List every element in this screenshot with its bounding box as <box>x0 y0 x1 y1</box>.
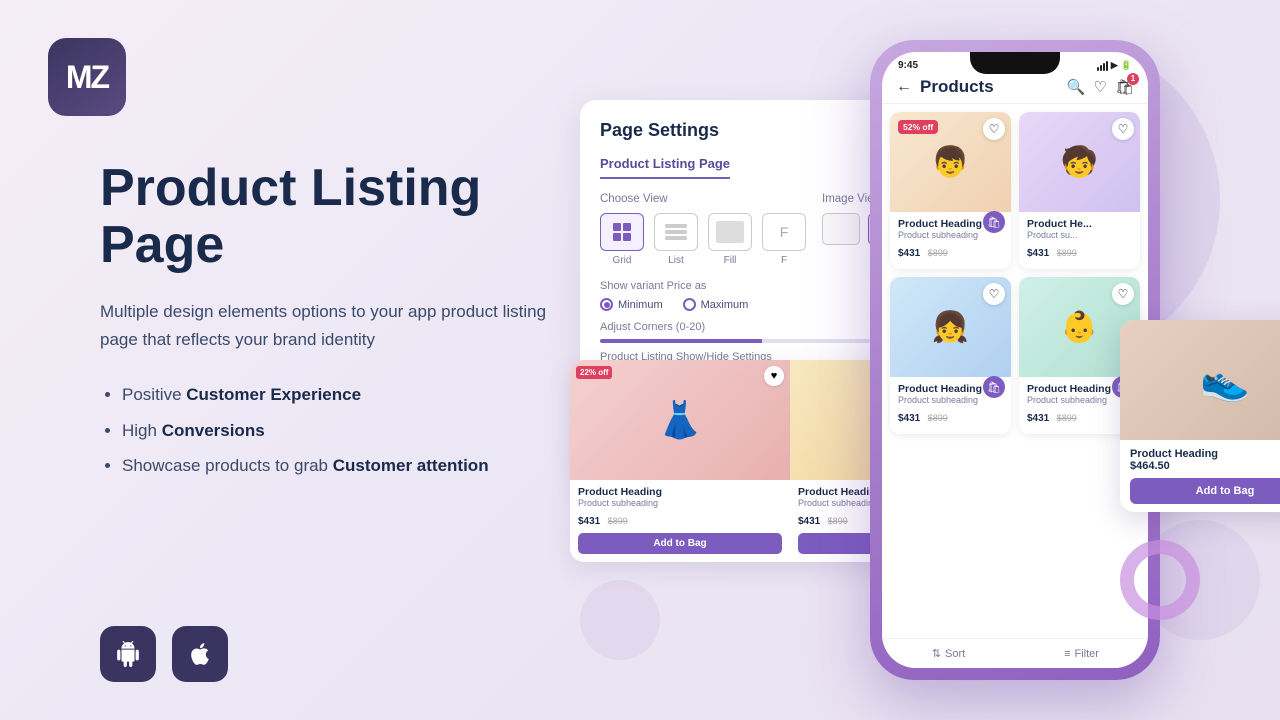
product-price-3: $431 <box>898 413 920 424</box>
product-price-2: $431 <box>1027 248 1049 259</box>
bullet-item-3: Showcase products to grab Customer atten… <box>122 453 580 479</box>
phone-inner: 9:45 ▶ 🔋 ← Products 🔍 ♡ 🛍 <box>882 52 1148 668</box>
product-cart-1[interactable]: 🛍 <box>983 211 1005 233</box>
overlay-img: 👟 <box>1120 320 1280 440</box>
corners-slider[interactable] <box>600 339 870 343</box>
overlay-price: $464.50 <box>1130 460 1280 472</box>
mini-old-price-1: $899 <box>608 516 628 526</box>
view-option-grid[interactable]: Grid <box>600 213 644 266</box>
mini-heading-1: Product Heading <box>578 486 782 498</box>
product-card-2[interactable]: 🧒 ♡ Product He... Product su... $431 $89… <box>1019 112 1140 269</box>
radio-row: Minimum Maximum <box>600 298 870 311</box>
logo-text: MZ <box>66 59 108 96</box>
phone-header: ← Products 🔍 ♡ 🛍 1 <box>882 71 1148 104</box>
main-heading: Product Listing Page <box>100 160 580 274</box>
view-option-list[interactable]: List <box>654 213 698 266</box>
corners-label: Adjust Corners (0-20) <box>600 321 870 333</box>
mini-add-btn-1[interactable]: Add to Bag <box>578 533 782 554</box>
mini-old-price-2: $899 <box>828 516 848 526</box>
phone-page-title: Products <box>920 77 1067 97</box>
search-icon[interactable]: 🔍 <box>1067 78 1086 97</box>
product-price-4: $431 <box>1027 413 1049 424</box>
settings-tab[interactable]: Product Listing Page <box>600 156 730 179</box>
product-fav-3[interactable]: ♡ <box>983 283 1005 305</box>
product-subheading-2: Product su... <box>1027 230 1132 240</box>
mini-price-1: $431 <box>578 516 600 527</box>
phone-mockup: 9:45 ▶ 🔋 ← Products 🔍 ♡ 🛍 <box>870 40 1160 680</box>
show-variant-label: Show variant Price as <box>600 280 870 292</box>
bg-circle-3 <box>580 580 660 660</box>
view-option-fill[interactable]: Fill <box>708 213 752 266</box>
product-info-2: Product He... Product su... $431 $899 <box>1019 212 1140 269</box>
image-type-1[interactable] <box>822 213 860 245</box>
product-old-price-3: $899 <box>928 413 948 423</box>
radio-minimum[interactable]: Minimum <box>600 298 663 311</box>
overlay-info: Product Heading $464.50 Add to Bag <box>1120 440 1280 512</box>
product-old-price-4: $899 <box>1057 413 1077 423</box>
product-price-1: $431 <box>898 248 920 259</box>
product-subheading-1: Product subheading <box>898 230 1003 240</box>
bullet-item-1: Positive Customer Experience <box>122 382 580 408</box>
mini-info-1: Product Heading Product subheading $431 … <box>570 480 790 562</box>
phone-notch <box>970 52 1060 74</box>
ios-badge[interactable] <box>172 626 228 682</box>
platform-badges <box>100 626 228 682</box>
product-card-1[interactable]: 👦 52% off ♡ 🛍 Product Heading Product su… <box>890 112 1011 269</box>
bullet-item-2: High Conversions <box>122 418 580 444</box>
product-old-price-1: $899 <box>928 248 948 258</box>
product-badge-1: 52% off <box>898 120 938 134</box>
mini-fav-1[interactable]: ♥ <box>764 366 784 386</box>
description-text: Multiple design elements options to your… <box>100 298 580 354</box>
mini-product-card-1[interactable]: 👗 22% off ♥ Product Heading Product subh… <box>570 360 790 562</box>
left-content: Product Listing Page Multiple design ele… <box>100 160 580 489</box>
product-subheading-3: Product subheading <box>898 395 1003 405</box>
product-card-3[interactable]: 👧 ♡ 🛍 Product Heading Product subheading… <box>890 277 1011 434</box>
view-option-f[interactable]: F F <box>762 213 806 266</box>
product-heading-2: Product He... <box>1027 218 1132 230</box>
phone-header-icons: 🔍 ♡ 🛍 1 <box>1067 78 1134 97</box>
product-fav-1[interactable]: ♡ <box>983 118 1005 140</box>
status-time: 9:45 <box>898 60 918 71</box>
settings-title: Page Settings <box>600 120 870 141</box>
product-old-price-2: $899 <box>1057 248 1077 258</box>
sort-button[interactable]: ⇅ Sort <box>882 647 1015 660</box>
product-cart-3[interactable]: 🛍 <box>983 376 1005 398</box>
decorative-ring <box>1120 540 1200 620</box>
logo-box: MZ <box>48 38 126 116</box>
android-badge[interactable] <box>100 626 156 682</box>
mini-price-2: $431 <box>798 516 820 527</box>
signal-icon <box>1097 61 1108 71</box>
product-fav-4[interactable]: ♡ <box>1112 283 1134 305</box>
cart-icon[interactable]: 🛍 1 <box>1115 78 1134 97</box>
overlay-heading: Product Heading <box>1130 448 1280 460</box>
mini-badge-1: 22% off <box>576 366 612 379</box>
bullet-list: Positive Customer Experience High Conver… <box>100 382 580 479</box>
view-options: Grid List Fill <box>600 213 806 266</box>
choose-view-label: Choose View <box>600 193 806 205</box>
filter-button[interactable]: ≡ Filter <box>1015 647 1148 660</box>
product-subheading-4: Product subheading <box>1027 395 1132 405</box>
back-icon[interactable]: ← <box>896 78 912 96</box>
phone-bottom-bar: ⇅ Sort ≡ Filter <box>882 638 1148 668</box>
product-grid: 👦 52% off ♡ 🛍 Product Heading Product su… <box>882 104 1148 442</box>
radio-maximum[interactable]: Maximum <box>683 298 749 311</box>
favorite-icon[interactable]: ♡ <box>1094 78 1107 97</box>
product-overlay-card: 👟 ♡ Product Heading $464.50 Add to Bag <box>1120 320 1280 512</box>
product-fav-2[interactable]: ♡ <box>1112 118 1134 140</box>
mini-subheading-1: Product subheading <box>578 498 782 508</box>
add-to-bag-button[interactable]: Add to Bag <box>1130 478 1280 504</box>
